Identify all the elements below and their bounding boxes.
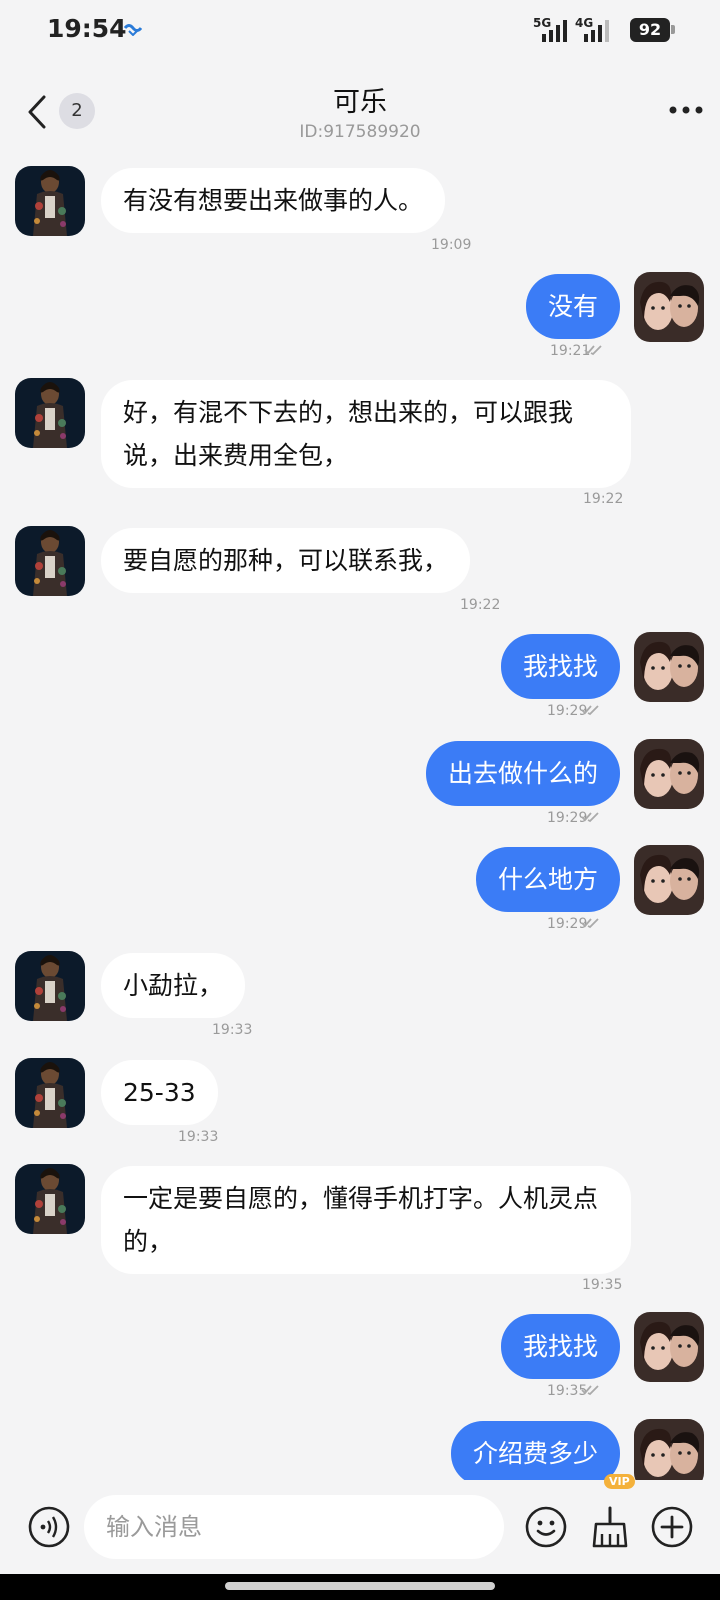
chat-id: ID:917589920	[299, 122, 421, 142]
message-bubble-outgoing[interactable]: 出去做什么的	[425, 741, 620, 806]
message-time: 19:35	[582, 1277, 623, 1293]
emoji-icon[interactable]	[524, 1505, 568, 1549]
message-bubble-outgoing[interactable]: 我找找	[500, 634, 620, 699]
more-icon[interactable]	[668, 102, 704, 118]
contact-avatar[interactable]	[15, 1164, 85, 1234]
battery-nub	[671, 25, 675, 34]
chat-header: 2 可乐 ID:917589920	[0, 62, 720, 148]
double-check-icon	[584, 345, 602, 356]
message-time: 19:22	[460, 597, 501, 613]
contact-avatar[interactable]	[15, 951, 85, 1021]
my-avatar[interactable]	[634, 272, 704, 342]
message-time: 19:33	[178, 1129, 219, 1145]
my-avatar[interactable]	[634, 739, 704, 809]
contact-avatar[interactable]	[15, 1058, 85, 1128]
voice-icon[interactable]	[27, 1505, 71, 1549]
home-indicator[interactable]	[225, 1582, 495, 1590]
contact-avatar[interactable]	[15, 166, 85, 236]
message-bubble-incoming[interactable]: 要自愿的那种，可以联系我，	[101, 528, 471, 593]
status-time: 19:54	[47, 14, 127, 43]
my-avatar[interactable]	[634, 1419, 704, 1480]
my-avatar[interactable]	[634, 1312, 704, 1382]
message-bubble-outgoing[interactable]: 什么地方	[475, 847, 620, 912]
signal-wave-icon	[124, 24, 142, 36]
message-bubble-incoming[interactable]: 25-33	[101, 1060, 218, 1125]
chat-title: 可乐	[333, 87, 387, 118]
message-bubble-incoming[interactable]: 有没有想要出来做事的人。	[101, 168, 446, 233]
status-bar: 19:54 5G 4G 92	[0, 0, 720, 62]
double-check-icon	[581, 812, 599, 823]
message-bubble-incoming[interactable]: 好，有混不下去的，想出来的，可以跟我说，出来费用全包，	[101, 380, 631, 488]
signal-bars-icon-2	[584, 20, 609, 42]
my-avatar[interactable]	[634, 632, 704, 702]
message-time: 19:09	[431, 237, 472, 253]
message-list[interactable]: 有没有想要出来做事的人。 19:09 没有 19:21 好，有混不下去的，想出来…	[0, 148, 720, 1480]
message-time: 19:22	[583, 491, 624, 507]
double-check-icon	[581, 918, 599, 929]
input-bar: VIP	[0, 1474, 720, 1574]
my-avatar[interactable]	[634, 845, 704, 915]
clean-icon[interactable]	[586, 1500, 636, 1552]
message-time: 19:33	[212, 1022, 253, 1038]
signal-bars-icon	[542, 20, 567, 42]
message-bubble-outgoing[interactable]: 我找找	[500, 1314, 620, 1379]
message-bubble-incoming[interactable]: 小勐拉，	[101, 953, 246, 1018]
message-input[interactable]	[84, 1495, 504, 1559]
message-bubble-outgoing[interactable]: 没有	[525, 274, 620, 339]
vip-badge: VIP	[604, 1474, 635, 1489]
double-check-icon	[581, 705, 599, 716]
message-bubble-outgoing[interactable]: 介绍费多少	[450, 1421, 620, 1480]
battery-indicator: 92	[630, 18, 670, 42]
contact-avatar[interactable]	[15, 378, 85, 448]
double-check-icon	[581, 1385, 599, 1396]
plus-icon[interactable]	[650, 1505, 694, 1549]
contact-avatar[interactable]	[15, 526, 85, 596]
message-bubble-incoming[interactable]: 一定是要自愿的，懂得手机打字。人机灵点的，	[101, 1166, 631, 1274]
